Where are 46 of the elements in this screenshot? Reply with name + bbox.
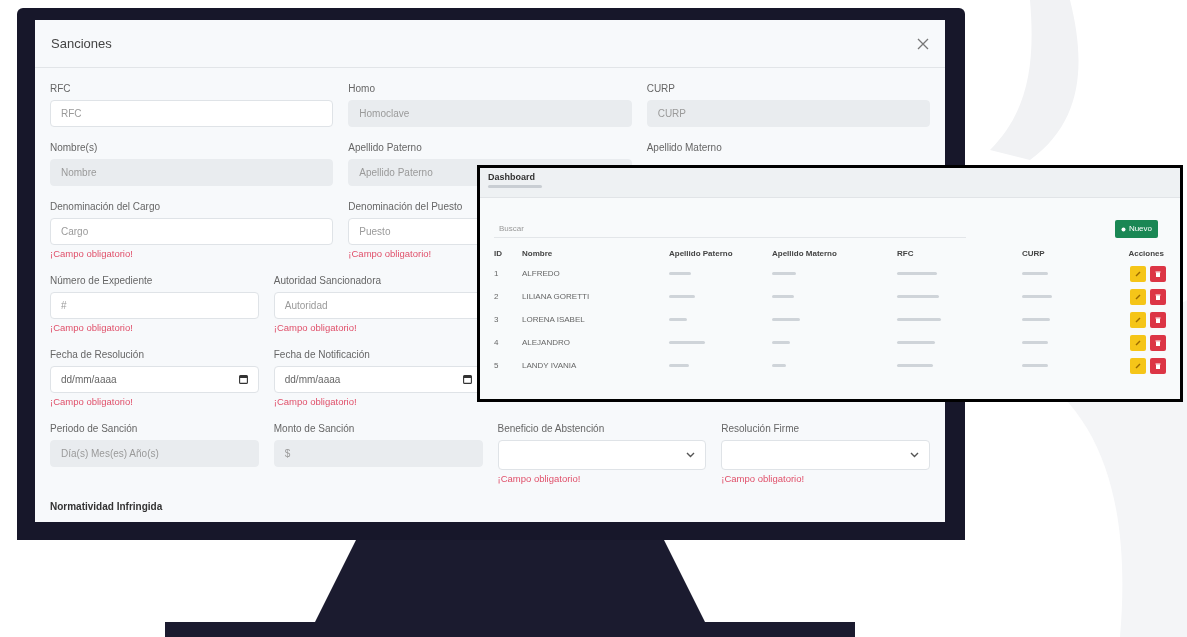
field-label: Denominación del Cargo (50, 200, 162, 214)
field-label: Denominación del Puesto (348, 200, 464, 214)
field-label: Fecha de Resolución (50, 348, 145, 362)
date-placeholder: dd/mm/aaaa (61, 373, 117, 387)
error-message: ¡Campo obligatorio! (348, 248, 432, 260)
section-title: Normatividad Infringida (50, 500, 164, 514)
table-cell-text: 3 (494, 313, 500, 326)
field-label: Apellido Materno (646, 141, 723, 155)
table-cell-text: 5 (494, 359, 500, 372)
error-message: ¡Campo obligatorio! (273, 322, 357, 334)
column-header: ID (494, 248, 503, 260)
column-header: Apellido Paterno (669, 248, 734, 260)
dashboard-title: Dashboard (488, 172, 536, 183)
field-label: Nombre(s) (50, 141, 99, 155)
field-label: RFC (50, 82, 72, 96)
field-label: Fecha de Notificación (273, 348, 371, 362)
column-header: Apellido Materno (772, 248, 838, 260)
column-header: RFC (897, 248, 915, 260)
table-cell-text: LILIANA GORETTI (522, 290, 591, 303)
field-label: Resolución Firme (721, 422, 801, 436)
table-cell-text: 1 (494, 267, 500, 280)
table-cell-text: ALFREDO (522, 267, 561, 280)
table-cell-text: 4 (494, 336, 500, 349)
dialog-title: Sanciones (51, 34, 112, 53)
error-message: ¡Campo obligatorio! (273, 396, 357, 408)
error-message: ¡Campo obligatorio! (721, 473, 805, 485)
field-label: Periodo de Sanción (50, 422, 139, 436)
column-header: Acciones (1128, 248, 1164, 260)
field-label: Homo (348, 82, 376, 96)
date-placeholder: dd/mm/aaaa (284, 373, 341, 387)
field-label: Número de Expediente (50, 274, 154, 288)
field-label: Monto de Sanción (273, 422, 356, 436)
table-cell-text: LORENA ISABEL (522, 313, 586, 326)
error-message: ¡Campo obligatorio! (497, 473, 581, 485)
column-header: CURP (1022, 248, 1046, 260)
column-header: Nombre (522, 248, 554, 260)
field-label: Autoridad Sancionadora (273, 274, 383, 288)
table-cell-text: 2 (494, 290, 500, 303)
table-cell-text: LANDY IVANIA (522, 359, 578, 372)
field-label: Beneficio de Abstención (497, 422, 606, 436)
field-label: CURP (646, 82, 676, 96)
table-cell-text: ALEJANDRO (522, 336, 571, 349)
error-message: ¡Campo obligatorio! (50, 322, 133, 334)
field-label: Apellido Paterno (348, 141, 423, 155)
error-message: ¡Campo obligatorio! (50, 396, 133, 408)
error-message: ¡Campo obligatorio! (50, 248, 133, 260)
